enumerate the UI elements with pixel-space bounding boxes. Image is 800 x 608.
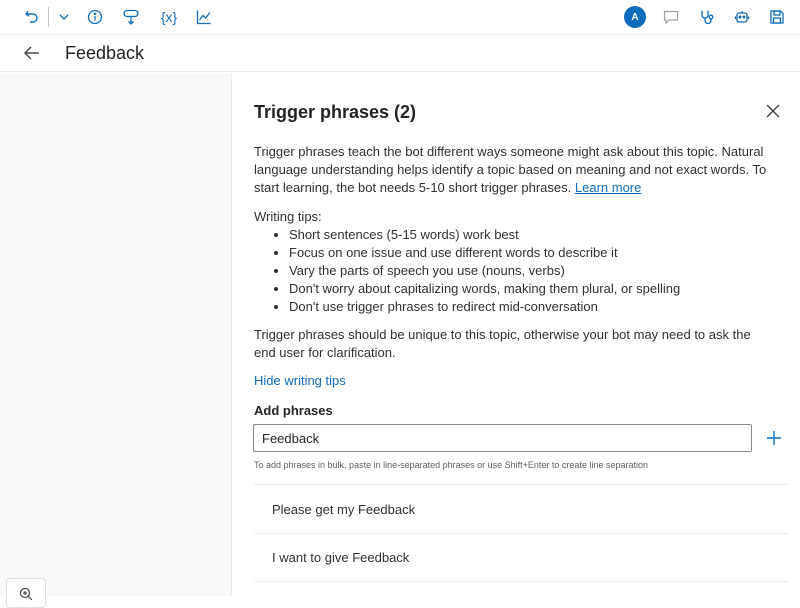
avatar[interactable]: A: [624, 6, 646, 28]
analytics-icon: [196, 10, 211, 25]
analytics-button[interactable]: [191, 5, 217, 29]
test-bot-button[interactable]: [658, 5, 684, 29]
topic-header: Feedback: [0, 35, 800, 72]
topic-checker-button[interactable]: [694, 5, 720, 29]
bot-icon: [734, 11, 750, 23]
phrase-item[interactable]: I want to give Feedback: [254, 533, 788, 582]
add-phrase-input[interactable]: [253, 424, 752, 452]
tip-item: Vary the parts of speech you use (nouns,…: [289, 262, 680, 280]
stethoscope-icon: [701, 10, 714, 25]
toolbar: {x} A: [0, 0, 800, 35]
add-phrases-label: Add phrases: [254, 403, 333, 418]
phrase-list: Please get my Feedback I want to give Fe…: [254, 484, 788, 582]
bot-button[interactable]: [729, 5, 755, 29]
bulk-add-hint: To add phrases in bulk, paste in line-se…: [254, 460, 648, 470]
plus-icon: [767, 431, 781, 445]
undo-button[interactable]: [19, 5, 45, 29]
details-button[interactable]: [82, 5, 108, 29]
save-icon: [770, 10, 784, 24]
zoom-in-icon: [19, 587, 33, 601]
close-icon: [766, 104, 780, 118]
save-button[interactable]: [764, 5, 790, 29]
tip-item: Don't use trigger phrases to redirect mi…: [289, 298, 680, 316]
arrow-left-icon: [24, 46, 39, 60]
toolbar-divider: [48, 7, 49, 27]
writing-tips-label: Writing tips:: [254, 209, 322, 224]
authoring-canvas[interactable]: [0, 73, 232, 608]
chat-icon: [663, 10, 679, 25]
tip-item: Don't worry about capitalizing words, ma…: [289, 280, 680, 298]
info-icon: [87, 9, 103, 25]
variables-button[interactable]: {x}: [154, 5, 184, 29]
description-text: Trigger phrases teach the bot different …: [254, 144, 767, 195]
trigger-phrases-button[interactable]: [118, 5, 144, 29]
phrase-item[interactable]: Please get my Feedback: [254, 484, 788, 533]
back-button[interactable]: [22, 43, 42, 63]
learn-more-link[interactable]: Learn more: [575, 180, 641, 195]
writing-tips-list: Short sentences (5-15 words) work best F…: [289, 226, 680, 316]
zoom-in-button[interactable]: [6, 578, 46, 608]
undo-icon: [25, 10, 38, 23]
trigger-icon: [123, 9, 139, 25]
trigger-phrases-panel: Trigger phrases (2) Trigger phrases teac…: [232, 73, 800, 596]
variables-icon: {x}: [160, 9, 178, 25]
hide-writing-tips-link[interactable]: Hide writing tips: [254, 373, 346, 388]
panel-title: Trigger phrases (2): [254, 102, 417, 122]
tip-item: Focus on one issue and use different wor…: [289, 244, 680, 262]
add-phrase-button[interactable]: [764, 428, 784, 448]
close-button[interactable]: [764, 102, 782, 120]
tip-item: Short sentences (5-15 words) work best: [289, 226, 680, 244]
page-title: Feedback: [65, 43, 145, 63]
unique-note: Trigger phrases should be unique to this…: [254, 327, 751, 360]
chevron-down-icon: [59, 14, 69, 20]
description: Trigger phrases teach the bot different …: [254, 143, 774, 197]
more-undo-button[interactable]: [51, 5, 77, 29]
